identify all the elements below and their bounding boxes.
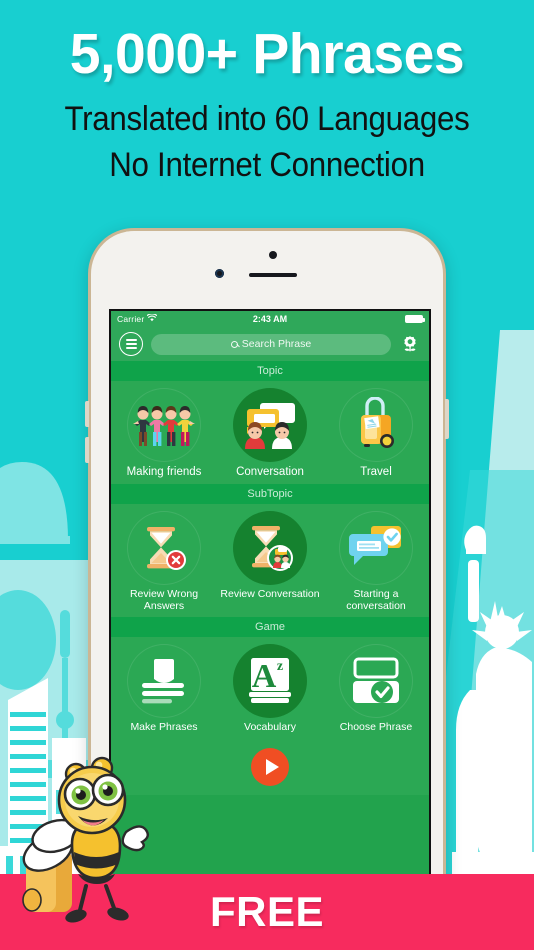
tile-label: Review Conversation xyxy=(220,587,320,600)
section-header-subtopic: SubTopic xyxy=(111,483,429,504)
svg-text:A: A xyxy=(252,658,277,695)
tile-review-wrong-answers[interactable]: Review Wrong Answers xyxy=(111,511,217,613)
game-row: Make Phrases A z Vocabulary Choose Phras… xyxy=(111,637,429,740)
tile-vocabulary[interactable]: A z Vocabulary xyxy=(217,644,323,734)
earpiece-speaker xyxy=(249,273,297,277)
app-nav-bar: Search Phrase xyxy=(111,327,429,361)
speech-bubbles-people-icon xyxy=(233,388,307,462)
search-placeholder: Search Phrase xyxy=(241,338,312,350)
promo-subtitle-1: Translated into 60 Languages xyxy=(64,100,470,138)
a-to-z-book-icon: A z xyxy=(233,644,307,719)
rolling-suitcase-icon xyxy=(339,388,413,462)
tile-review-conversation[interactable]: Review Conversation xyxy=(217,510,323,613)
svg-text:z: z xyxy=(277,659,283,674)
ios-status-bar: Carrier 2:43 AM xyxy=(111,311,429,327)
bee-with-suitcase-mascot xyxy=(18,740,183,940)
phone-power-button xyxy=(445,399,449,439)
tile-choose-phrase[interactable]: Choose Phrase xyxy=(323,644,429,734)
tile-label: Review Wrong Answers xyxy=(129,587,199,612)
tile-make-phrases[interactable]: Make Phrases xyxy=(111,644,217,734)
section-header-game: Game xyxy=(111,617,429,638)
phone-volume-down-button xyxy=(85,437,89,463)
hamburger-menu-icon[interactable] xyxy=(119,332,143,356)
tile-label: Make Phrases xyxy=(130,721,198,734)
proximity-sensor-icon xyxy=(269,251,277,259)
battery-full-icon xyxy=(405,315,425,323)
hourglass-conversation-icon xyxy=(233,510,307,585)
status-time: 2:43 AM xyxy=(252,314,288,324)
front-camera-icon xyxy=(215,269,224,278)
play-icon[interactable] xyxy=(251,748,289,787)
tile-label: Starting a conversation xyxy=(346,587,406,612)
tile-label: Conversation xyxy=(236,466,304,478)
tile-conversation[interactable]: Conversation xyxy=(217,388,323,479)
section-header-topic: Topic xyxy=(111,361,429,381)
free-label: FREE xyxy=(209,888,324,935)
promo-subtitle-2: No Internet Connection xyxy=(109,146,425,185)
chat-check-icon xyxy=(339,511,413,585)
tile-label: Making friends xyxy=(126,466,202,478)
tile-label: Travel xyxy=(360,466,392,478)
flower-gear-settings-icon[interactable] xyxy=(399,332,421,356)
topic-row: Making friends Conversation Travel xyxy=(111,381,429,484)
tile-label: Vocabulary xyxy=(244,721,296,734)
search-input[interactable]: Search Phrase xyxy=(151,333,391,355)
promo-headline-block: 5,000+ Phrases Translated into 60 Langua… xyxy=(0,0,534,215)
tile-starting-a-conversation[interactable]: Starting a conversation xyxy=(323,511,429,613)
hourglass-error-icon xyxy=(127,511,201,585)
group-of-friends-icon xyxy=(127,388,201,462)
tile-label: Choose Phrase xyxy=(339,721,413,734)
phone-top-bezel xyxy=(91,231,443,309)
subtopic-row: Review Wrong Answers Review Conversation… xyxy=(111,503,429,618)
promo-title: 5,000+ Phrases xyxy=(69,22,465,86)
search-icon xyxy=(230,340,238,348)
write-phrases-icon xyxy=(127,644,201,718)
tile-travel[interactable]: Travel xyxy=(323,388,429,479)
tile-making-friends[interactable]: Making friends xyxy=(111,388,217,479)
phone-volume-up-button xyxy=(85,401,89,427)
choose-card-check-icon xyxy=(339,644,413,718)
